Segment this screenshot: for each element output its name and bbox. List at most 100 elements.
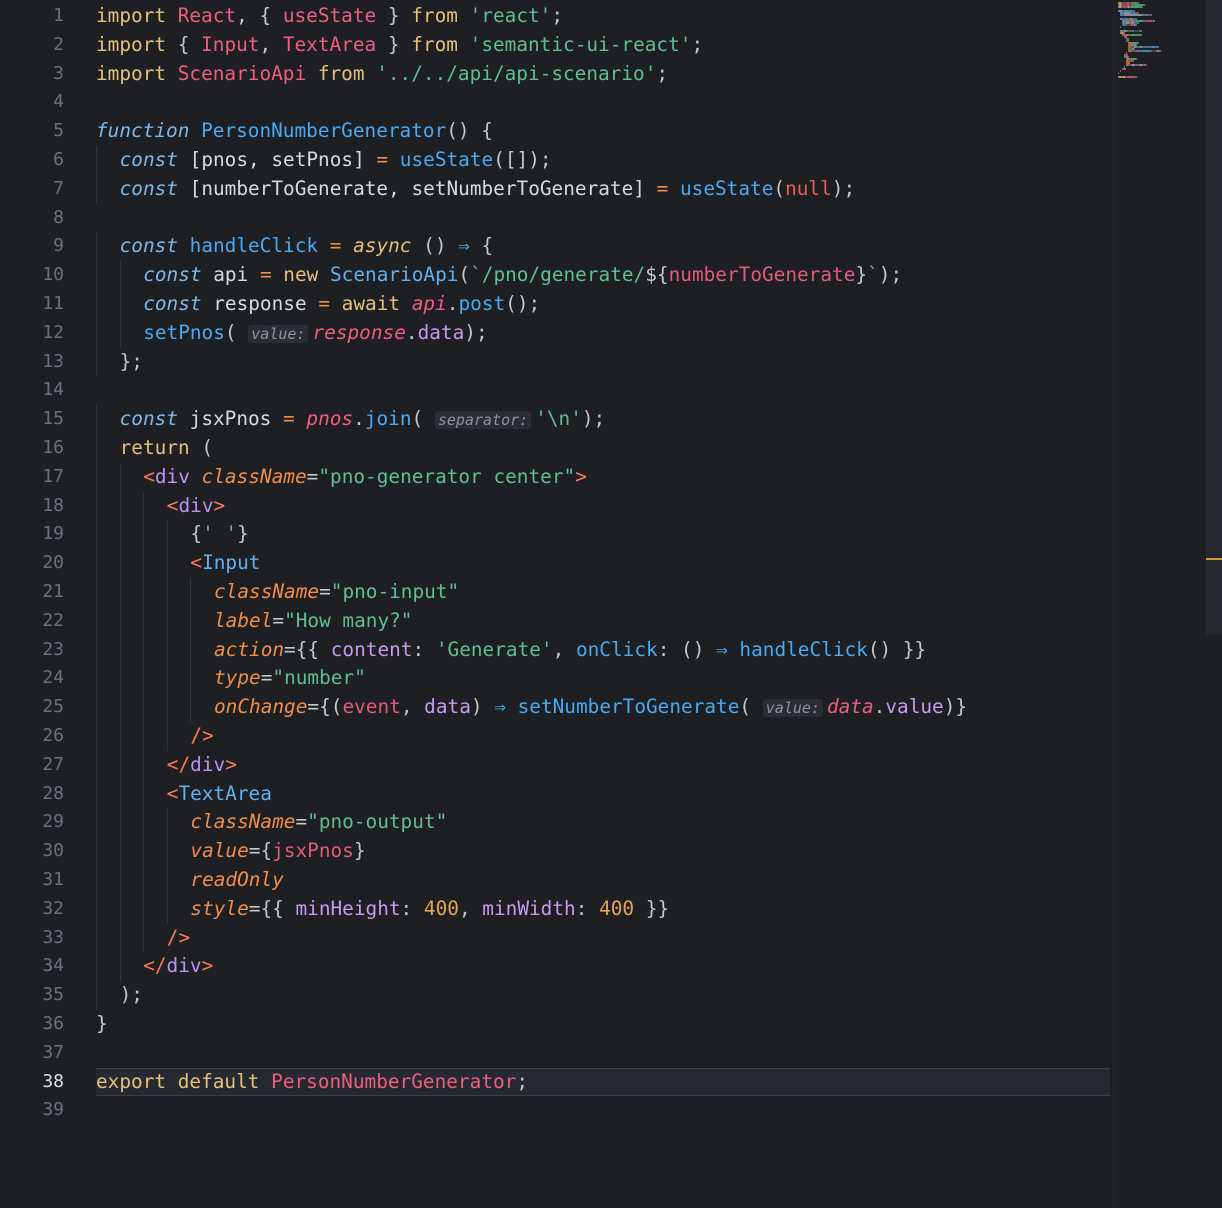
indent-guide (166, 578, 168, 607)
code-line[interactable]: 20 <Input (0, 549, 1115, 578)
line-number: 7 (53, 177, 64, 199)
indent-guide (119, 664, 121, 694)
indent-guide (119, 520, 121, 550)
code-line[interactable]: 1 import React, { useState } from 'react'… (0, 2, 1115, 31)
code-line[interactable]: 22 label="How many?" (0, 606, 1115, 636)
indent-guide (190, 693, 192, 722)
code-line[interactable]: 5 function PersonNumberGenerator() { (0, 117, 1115, 146)
code-token: ={{ (248, 896, 296, 920)
code-line[interactable]: 17 <div className="pno-generator center"> (0, 462, 1115, 492)
code-line[interactable]: 4 (0, 88, 1115, 117)
code-line[interactable]: 31 readOnly (0, 866, 1115, 895)
code-text: const jsxPnos = pnos.join( separator: '\n… (120, 405, 606, 435)
code-token: = (259, 263, 284, 287)
code-line[interactable]: 30 value={jsxPnos} (0, 837, 1115, 866)
minimap-segment (1123, 14, 1143, 16)
code-token: setPnos (143, 320, 225, 344)
code-token: = (319, 580, 331, 603)
code-token: , (400, 695, 425, 719)
code-line[interactable]: 2 import { Input, TextArea } from 'semant… (0, 31, 1115, 60)
code-line[interactable]: 23 action={{ content: 'Generate', onClick… (0, 635, 1115, 665)
code-token: div (190, 752, 226, 776)
indent-guide (119, 635, 121, 665)
code-line[interactable]: 6 const [pnos, setPnos] = useState([]); (0, 146, 1115, 175)
code-text: const handleClick = async () ⇒ { (120, 232, 494, 261)
minimap[interactable] (1118, 2, 1206, 82)
code-line[interactable]: 25 onChange={(event, data) ⇒ setNumberToG… (0, 693, 1115, 722)
code-token: "How many?" (284, 608, 413, 632)
code-line[interactable]: 8 (0, 204, 1115, 233)
code-token: ={( (307, 695, 343, 719)
line-number: 38 (42, 1070, 64, 1092)
code-token: = (376, 148, 400, 171)
code-line[interactable]: 3 import ScenarioApi from '../../api/api-… (0, 60, 1115, 89)
line-number: 9 (53, 235, 64, 257)
code-line[interactable]: 39 (0, 1096, 1115, 1125)
code-token: ) (470, 695, 495, 719)
code-text: import ScenarioApi from '../../api/api-s… (96, 60, 668, 89)
minimap-segment (1145, 64, 1147, 66)
code-token: const (119, 407, 190, 431)
code-token: null (785, 176, 832, 200)
indent-guide (190, 635, 192, 665)
code-token: return (119, 436, 202, 459)
indent-guide (119, 318, 121, 348)
code-editor[interactable]: 1 import React, { useState } from 'react'… (0, 0, 1222, 1208)
code-line[interactable]: 15 const jsxPnos = pnos.join( separator: '… (0, 405, 1115, 434)
code-line[interactable]: 18 <div> (0, 491, 1115, 521)
minimap-segment (1140, 30, 1142, 32)
code-line[interactable]: 13}; (0, 347, 1115, 377)
code-line[interactable]: 7 const [numberToGenerate, setNumberToGen… (0, 174, 1115, 204)
code-line[interactable]: 37 (0, 1039, 1115, 1068)
code-line[interactable]: 36} (0, 1010, 1115, 1039)
code-token: , (458, 896, 483, 920)
indent-guide (166, 722, 168, 751)
code-line[interactable]: 29 className="pno-output" (0, 808, 1115, 838)
code-line[interactable]: 35); (0, 981, 1115, 1010)
code-token: ); (464, 320, 488, 344)
line-number: 24 (42, 667, 64, 689)
code-line[interactable]: 38 export default PersonNumberGenerator; (0, 1067, 1115, 1097)
code-line[interactable]: 9 const handleClick = async () ⇒ { (0, 232, 1115, 262)
code-token: , (552, 637, 576, 661)
code-line[interactable]: 14 (0, 376, 1115, 405)
code-line[interactable]: 26 /> (0, 722, 1115, 751)
minimap-segment (1142, 6, 1143, 8)
code-token: data (826, 695, 874, 719)
code-line[interactable]: 11 const response = await api.post(); (0, 290, 1115, 319)
minimap-segment (1141, 50, 1151, 52)
code-token: = (260, 666, 273, 690)
code-line[interactable]: 32 style={{ minHeight: 400, minWidth: 400… (0, 894, 1115, 924)
code-line[interactable]: 16 return ( (0, 434, 1115, 463)
code-token: : (400, 896, 424, 920)
line-number: 13 (42, 350, 64, 372)
vertical-scrollbar[interactable] (1206, 0, 1222, 635)
code-line[interactable]: 28 <TextArea (0, 779, 1115, 809)
code-line[interactable]: 33 /> (0, 923, 1115, 953)
code-line[interactable]: 34 </div> (0, 952, 1115, 982)
code-text: /> (167, 924, 190, 953)
indent-guide (96, 923, 97, 953)
code-line[interactable]: 24 type="number" (0, 664, 1115, 694)
code-token: "pno-generator center" (318, 464, 576, 488)
indent-guide (190, 606, 192, 636)
code-line[interactable]: 12 setPnos( value: response.data); (0, 318, 1115, 348)
line-number: 22 (42, 609, 64, 631)
code-line[interactable]: 27 </div> (0, 750, 1115, 780)
code-line[interactable]: 21 className="pno-input" (0, 578, 1115, 607)
code-line[interactable]: 19 {' '} (0, 520, 1115, 550)
code-token: } (353, 839, 366, 863)
code-text: import { Input, TextArea } from 'semanti… (96, 31, 703, 60)
code-text: <div> (167, 492, 225, 521)
inlay-hint: separator: (434, 411, 532, 430)
code-token: ` (867, 263, 879, 287)
code-token: minWidth (482, 896, 576, 920)
indent-guide (166, 894, 168, 924)
code-text: import React, { useState } from 'react'; (96, 2, 563, 31)
indent-guide (143, 750, 145, 780)
code-line[interactable]: 10 const api = new ScenarioApi(`/pno/gene… (0, 261, 1115, 290)
code-token: const (143, 292, 214, 315)
minimap-segment (1120, 70, 1121, 72)
line-number: 28 (42, 782, 64, 804)
code-token: = (318, 292, 342, 315)
